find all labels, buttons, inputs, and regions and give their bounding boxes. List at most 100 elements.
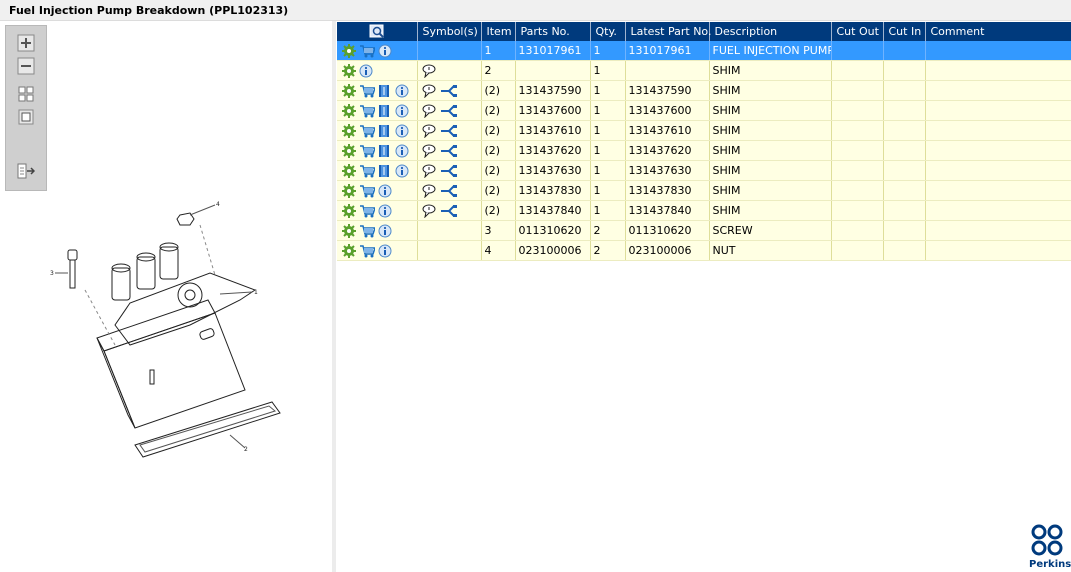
info-icon[interactable] <box>395 84 409 98</box>
table-row[interactable]: (2) 131437600 1 131437600 SHIM <box>337 100 1071 121</box>
pane-splitter[interactable] <box>332 21 336 572</box>
info-icon[interactable] <box>395 144 409 158</box>
symbol-icons <box>421 204 478 218</box>
info-icon[interactable] <box>359 64 373 78</box>
table-row[interactable]: 2 1 SHIM <box>337 60 1071 81</box>
col-symbols-header[interactable]: Symbol(s) <box>417 22 482 41</box>
cart-icon[interactable] <box>359 204 375 218</box>
latest-part-cell <box>625 60 710 81</box>
comment-cell <box>925 140 1071 161</box>
fit-all-icon <box>18 86 34 102</box>
symbol-icons <box>421 144 478 158</box>
table-row[interactable]: (2) 131437830 1 131437830 SHIM <box>337 180 1071 201</box>
col-icons-header[interactable] <box>337 22 418 41</box>
table-row[interactable]: (2) 131437610 1 131437610 SHIM <box>337 120 1071 141</box>
info-icon[interactable] <box>395 164 409 178</box>
cut-out-cell <box>831 180 884 201</box>
book-icon[interactable] <box>378 104 392 118</box>
gear-icon[interactable] <box>342 83 356 98</box>
gear-icon[interactable] <box>342 63 356 78</box>
row-action-icons <box>342 83 414 98</box>
cart-icon[interactable] <box>359 84 375 98</box>
col-qty-header[interactable]: Qty. <box>590 22 626 41</box>
cart-icon[interactable] <box>359 244 375 258</box>
part-number-cell: 131437590 <box>515 80 591 101</box>
zoom-in-button[interactable] <box>17 34 35 52</box>
fit-page-button[interactable] <box>17 108 35 126</box>
col-latest-part-header[interactable]: Latest Part No. <box>625 22 711 41</box>
col-comment-header[interactable]: Comment <box>925 22 1071 41</box>
table-row[interactable]: (2) 131437590 1 131437590 SHIM <box>337 80 1071 101</box>
note-icon[interactable] <box>421 144 437 158</box>
logo-text: Perkins <box>1029 559 1071 570</box>
link-icon[interactable] <box>440 104 458 118</box>
row-action-icons <box>342 163 414 178</box>
link-icon[interactable] <box>440 204 458 218</box>
window-title: Fuel Injection Pump Breakdown (PPL102313… <box>9 4 289 17</box>
part-number-cell: 011310620 <box>515 220 591 241</box>
symbols-cell <box>417 200 482 221</box>
link-icon[interactable] <box>440 164 458 178</box>
note-icon[interactable] <box>421 104 437 118</box>
description-cell: SHIM <box>709 140 832 161</box>
table-row[interactable]: 3 011310620 2 011310620 SCREW <box>337 220 1071 241</box>
info-icon[interactable] <box>378 204 392 218</box>
cart-icon[interactable] <box>359 224 375 238</box>
zoom-out-button[interactable] <box>17 57 35 75</box>
info-icon[interactable] <box>378 184 392 198</box>
note-icon[interactable] <box>421 84 437 98</box>
col-cut-in-header[interactable]: Cut In <box>883 22 926 41</box>
row-actions-cell <box>337 41 418 61</box>
info-icon[interactable] <box>395 124 409 138</box>
info-icon[interactable] <box>395 104 409 118</box>
gear-icon[interactable] <box>342 223 356 238</box>
row-action-icons <box>342 123 414 138</box>
info-icon[interactable] <box>378 44 392 58</box>
link-icon[interactable] <box>440 124 458 138</box>
book-icon[interactable] <box>378 144 392 158</box>
link-icon[interactable] <box>440 144 458 158</box>
table-row[interactable]: 1 131017961 1 131017961 FUEL INJECTION PUMP <box>337 41 1071 61</box>
table-row[interactable]: (2) 131437840 1 131437840 SHIM <box>337 200 1071 221</box>
gear-icon[interactable] <box>342 43 356 58</box>
table-row[interactable]: (2) 131437630 1 131437630 SHIM <box>337 160 1071 181</box>
note-icon[interactable] <box>421 64 437 78</box>
gear-icon[interactable] <box>342 123 356 138</box>
cart-icon[interactable] <box>359 124 375 138</box>
col-parts-no-header[interactable]: Parts No. <box>515 22 591 41</box>
info-icon[interactable] <box>378 244 392 258</box>
cart-icon[interactable] <box>359 144 375 158</box>
gear-icon[interactable] <box>342 183 356 198</box>
latest-part-cell: 023100006 <box>625 240 710 261</box>
cart-icon[interactable] <box>359 164 375 178</box>
gear-icon[interactable] <box>342 203 356 218</box>
cart-icon[interactable] <box>359 44 375 58</box>
gear-icon[interactable] <box>342 163 356 178</box>
gear-icon[interactable] <box>342 243 356 258</box>
qty-cell: 1 <box>590 160 626 181</box>
book-icon[interactable] <box>378 124 392 138</box>
col-description-header[interactable]: Description <box>709 22 832 41</box>
table-row[interactable]: (2) 131437620 1 131437620 SHIM <box>337 140 1071 161</box>
link-icon[interactable] <box>440 84 458 98</box>
note-icon[interactable] <box>421 124 437 138</box>
note-icon[interactable] <box>421 204 437 218</box>
latest-part-cell: 131017961 <box>625 41 710 61</box>
export-button[interactable] <box>17 162 35 180</box>
note-icon[interactable] <box>421 184 437 198</box>
cart-icon[interactable] <box>359 104 375 118</box>
book-icon[interactable] <box>378 164 392 178</box>
gear-icon[interactable] <box>342 143 356 158</box>
fit-all-button[interactable] <box>17 85 35 103</box>
col-item-header[interactable]: Item <box>481 22 516 41</box>
note-icon[interactable] <box>421 164 437 178</box>
book-icon[interactable] <box>378 84 392 98</box>
link-icon[interactable] <box>440 184 458 198</box>
info-icon[interactable] <box>378 224 392 238</box>
table-row[interactable]: 4 023100006 2 023100006 NUT <box>337 240 1071 261</box>
cart-icon[interactable] <box>359 184 375 198</box>
item-cell: 1 <box>481 41 516 61</box>
row-action-icons <box>342 43 414 58</box>
gear-icon[interactable] <box>342 103 356 118</box>
col-cut-out-header[interactable]: Cut Out <box>831 22 884 41</box>
